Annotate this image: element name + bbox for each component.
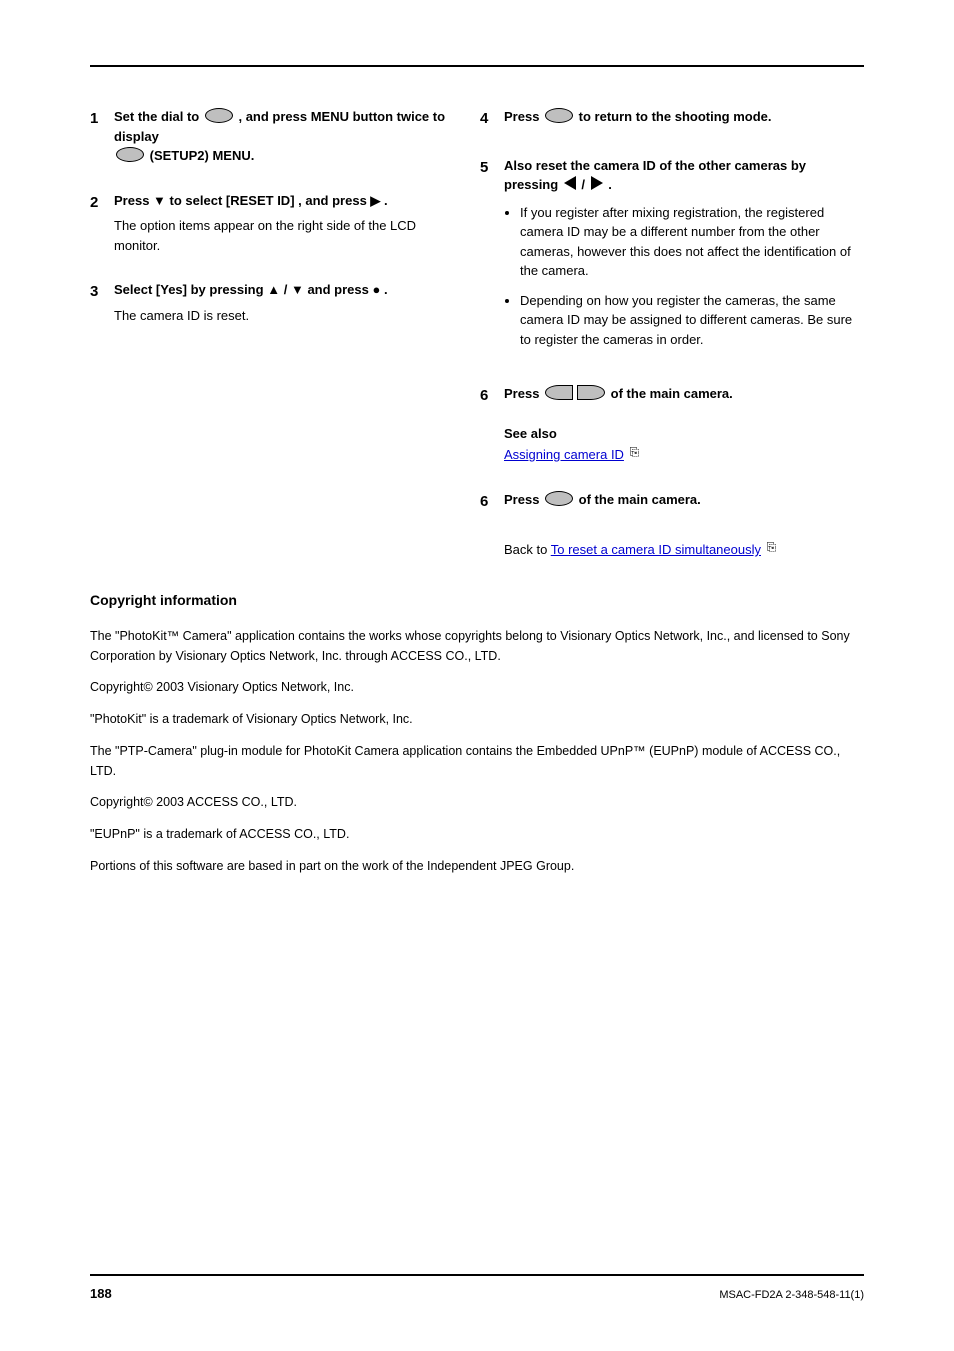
step-5-note-2: Depending on how you register the camera… (520, 291, 860, 350)
link-marker-icon-1: ⎘ (630, 443, 640, 461)
copyright-p1: The "PhotoKit™ Camera" application conta… (90, 627, 864, 666)
ok-button-icon: ● (372, 282, 380, 297)
step-3-text-a: Select [Yes] by pressing (114, 282, 267, 297)
step-1: 1 Set the dial to , and press MENU butto… (90, 107, 460, 166)
shooting-mode-icon (545, 108, 573, 123)
step-3-text-d: . (384, 282, 388, 297)
down-triangle-icon: ▼ (153, 193, 166, 208)
step-3-number: 3 (90, 280, 114, 325)
step-1-number: 1 (90, 107, 114, 166)
down-triangle-icon-2: ▼ (291, 282, 304, 297)
copyright-p6: "EUPnP" is a trademark of ACCESS CO., LT… (90, 825, 864, 844)
step-4-text-b: to return to the shooting mode. (579, 109, 772, 124)
step-6b-number: 6 (480, 490, 504, 514)
spanner-icon (116, 147, 144, 162)
step-2-text-c: , and press (298, 193, 370, 208)
step-6-text-a: Press (504, 386, 543, 401)
copyright-p5: Copyright© 2003 ACCESS CO., LTD. (90, 793, 864, 812)
step-4-text-a: Press (504, 109, 543, 124)
step-5: 5 Also reset the camera ID of the other … (480, 156, 860, 360)
top-horizontal-rule (90, 65, 864, 67)
step-3-text-c: and press (307, 282, 372, 297)
step-6b-text-b: of the main camera. (579, 492, 701, 507)
step-4-number: 4 (480, 107, 504, 131)
step-2-number: 2 (90, 191, 114, 256)
link-marker-icon-2: ⎘ (767, 538, 777, 556)
step-5-note-1: If you register after mixing registratio… (520, 203, 860, 281)
step-6: 6 Press of the main camera. See also Ass… (480, 384, 860, 465)
step-6b-text-a: Press (504, 492, 543, 507)
left-half-pill-icon (545, 385, 573, 400)
ok-button-icon-2 (545, 491, 573, 506)
copyright-p2: Copyright© 2003 Visionary Optics Network… (90, 678, 864, 697)
step-3-explain: The camera ID is reset. (114, 306, 460, 326)
bottom-horizontal-rule (90, 1274, 864, 1276)
copyright-p7: Portions of this software are based in p… (90, 857, 864, 876)
step-1-text-a: Set the dial to (114, 109, 203, 124)
step-5-text-a: Also reset the camera ID of the other ca… (504, 158, 806, 193)
step-3: 3 Select [Yes] by pressing ▲ / ▼ and pre… (90, 280, 460, 325)
step-6-text-b: of the main camera. (611, 386, 733, 401)
right-triangle-icon: ▶ (370, 193, 380, 208)
step-6b: 6 Press of the main camera. (480, 490, 860, 514)
step-2-text-a: Press (114, 193, 153, 208)
back-to-link[interactable]: To reset a camera ID simultaneously (551, 542, 761, 557)
left-triangle-icon (564, 176, 576, 190)
step-2-text-b: to select (170, 193, 226, 208)
copyright-p3: "PhotoKit" is a trademark of Visionary O… (90, 710, 864, 729)
see-also-link[interactable]: Assigning camera ID (504, 447, 624, 462)
step-2-explain: The option items appear on the right sid… (114, 216, 460, 255)
step-6-number: 6 (480, 384, 504, 465)
step-5-text-c: . (608, 177, 612, 192)
copyright-heading: Copyright information (90, 590, 864, 612)
step-5-text-b: / (581, 177, 585, 192)
back-to-prefix: Back to (504, 542, 551, 557)
right-half-pill-icon (577, 385, 605, 400)
footer-right-text: MSAC-FD2A 2-348-548-11(1) (719, 1289, 864, 1301)
copyright-section: Copyright information The "PhotoKit™ Cam… (90, 590, 864, 877)
step-1-text-c: (SETUP2) MENU. (150, 148, 255, 163)
page-number: 188 (90, 1286, 112, 1301)
step-5-number: 5 (480, 156, 504, 360)
see-also-label: See also (504, 426, 557, 441)
step-2-reset-id: [RESET ID] (226, 193, 295, 208)
copyright-p4: The "PTP-Camera" plug-in module for Phot… (90, 742, 864, 781)
step-4: 4 Press to return to the shooting mode. (480, 107, 860, 131)
step-2: 2 Press ▼ to select [RESET ID] , and pre… (90, 191, 460, 256)
set-dial-icon (205, 108, 233, 123)
up-triangle-icon: ▲ (267, 282, 280, 297)
back-to-note: Back to To reset a camera ID simultaneou… (504, 538, 860, 560)
step-2-text-d: . (384, 193, 388, 208)
right-triangle-icon-2 (591, 176, 603, 190)
step-3-text-b: / (284, 282, 288, 297)
